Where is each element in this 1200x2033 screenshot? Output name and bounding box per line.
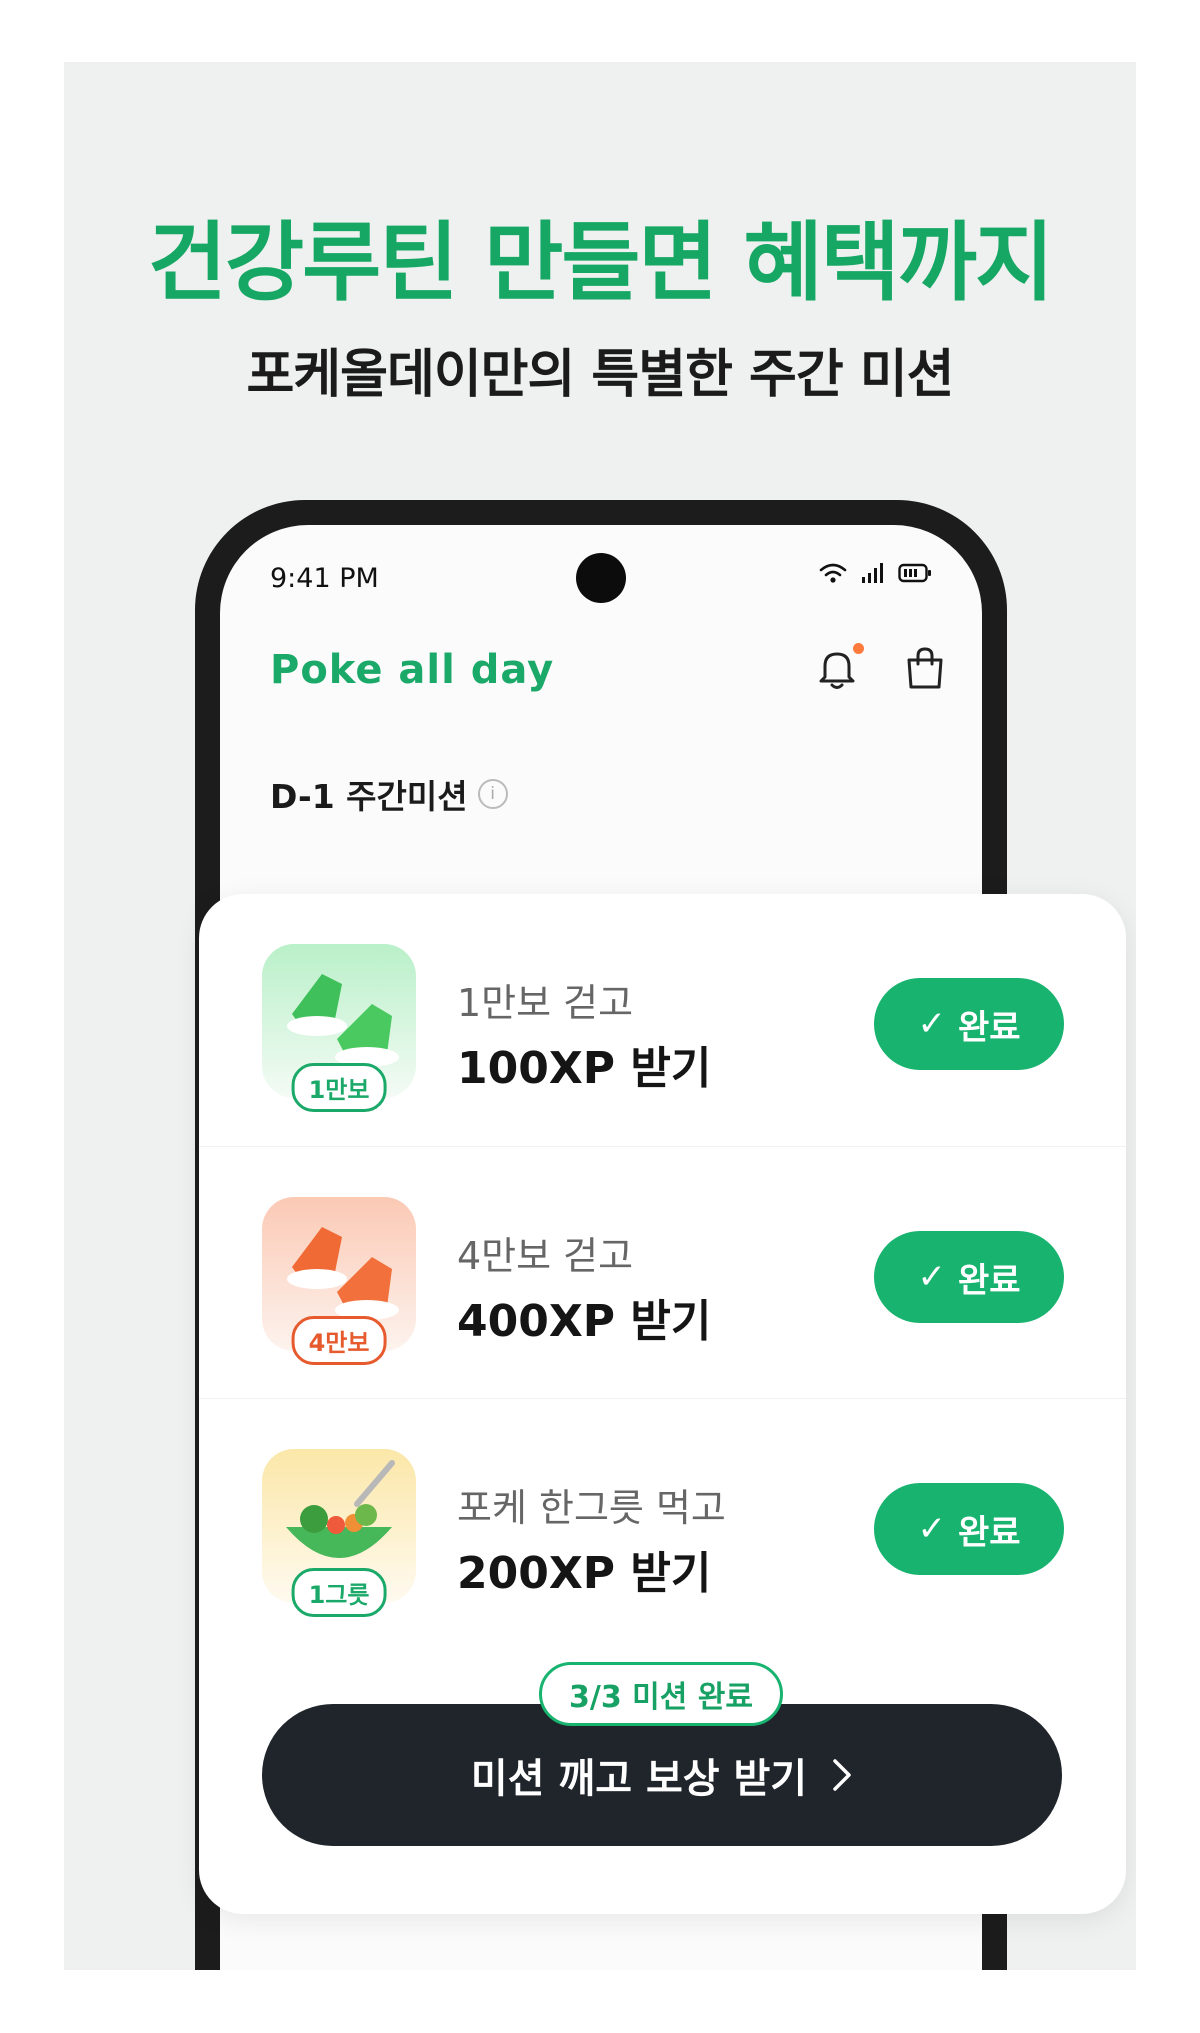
mission-reward: 100XP 받기 [457,1043,712,1094]
check-icon: ✓ [917,1257,946,1297]
mission-item: 4만보 4만보 걷고 400XP 받기 ✓ 완료 [199,1146,1126,1399]
complete-button[interactable]: ✓ 완료 [874,1483,1064,1575]
orange-sneakers-icon: 4만보 [262,1197,416,1365]
complete-button[interactable]: ✓ 완료 [874,978,1064,1070]
brand-logo: Poke all day [270,647,555,693]
mission-title: 1만보 걷고 [457,981,634,1025]
poke-bowl-icon: 1그릇 [262,1449,416,1617]
battery-icon [898,563,931,583]
weekly-mission-header: D-1 주간미션 i [270,770,508,818]
promo-panel: 건강루틴 만들면 혜택까지 포케올데이만의 특별한 주간 미션 9:41 PM [64,62,1136,1970]
mission-item: 1그릇 포케 한그릇 먹고 200XP 받기 ✓ 완료 [199,1398,1126,1651]
info-icon[interactable]: i [477,779,508,809]
check-icon: ✓ [917,1004,946,1044]
mission-badge: 1만보 [291,1063,387,1112]
weekly-mission-label: D-1 주간미션 [270,777,468,816]
promo-headline: 건강루틴 만들면 혜택까지 [147,213,1054,313]
mission-reward: 400XP 받기 [457,1296,712,1347]
mission-title: 4만보 걷고 [457,1234,634,1278]
promo-subheadline: 포케올데이만의 특별한 주간 미션 [246,345,954,405]
chevron-right-icon [833,1759,851,1791]
mission-card: 1만보 1만보 걷고 100XP 받기 ✓ 완료 4만보 4만보 걷고 400X… [199,894,1126,1914]
front-camera-icon [576,553,626,603]
mission-reward: 200XP 받기 [457,1548,712,1599]
notification-dot [853,643,864,654]
signal-icon [862,563,883,583]
shopping-bag-icon[interactable] [900,643,950,693]
complete-button-label: 완료 [957,1512,1021,1553]
mission-badge: 1그릇 [291,1568,387,1617]
claim-reward-label: 미션 깨고 보상 받기 [470,1756,808,1802]
complete-button[interactable]: ✓ 완료 [874,1231,1064,1323]
status-time: 9:41 PM [270,563,379,594]
mission-title: 포케 한그릇 먹고 [457,1486,726,1530]
complete-button-label: 완료 [957,1007,1021,1048]
mission-badge: 4만보 [291,1316,387,1365]
green-sneakers-icon: 1만보 [262,944,416,1112]
complete-button-label: 완료 [957,1260,1021,1301]
check-icon: ✓ [917,1509,946,1549]
wifi-icon [819,563,847,583]
mission-item: 1만보 1만보 걷고 100XP 받기 ✓ 완료 [199,894,1126,1146]
mission-progress-badge: 3/3 미션 완료 [539,1662,783,1726]
status-icons [818,561,932,585]
